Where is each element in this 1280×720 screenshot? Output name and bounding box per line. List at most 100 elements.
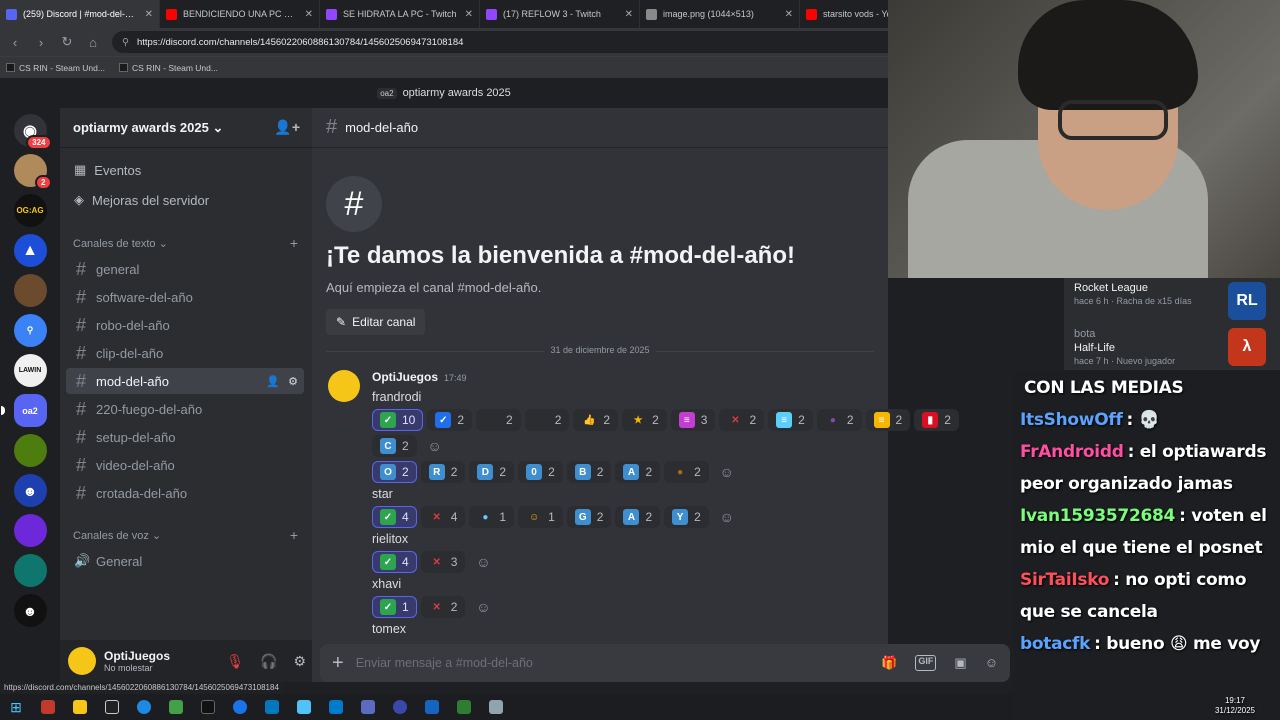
url-field[interactable]: ⚲ https://discord.com/channels/145602206…	[112, 31, 972, 53]
add-reaction-icon[interactable]: ☺	[421, 435, 449, 457]
server-icon-11[interactable]	[13, 554, 47, 587]
server-icon-12[interactable]: ☻	[13, 594, 47, 627]
message-composer[interactable]: + Enviar mensaje a #mod-del-año 🎁 GIF ▣ …	[320, 644, 1010, 682]
reaction-button[interactable]: 👍 2	[573, 409, 619, 431]
terminal-icon[interactable]	[196, 696, 220, 718]
taskbar-app-icon[interactable]	[452, 696, 476, 718]
reaction-button[interactable]: ● 2	[816, 409, 862, 431]
create-channel-icon[interactable]: +	[290, 527, 298, 543]
close-icon[interactable]: ✕	[625, 9, 633, 20]
reaction-button[interactable]: ✓ 4	[372, 551, 417, 573]
gear-icon[interactable]: ⚙	[293, 653, 306, 670]
reaction-button[interactable]: ● 1	[469, 506, 515, 528]
channel-item[interactable]: #220-fuego-del-año	[66, 396, 304, 422]
back-icon[interactable]: ‹	[8, 35, 22, 50]
gif-icon[interactable]: GIF	[915, 655, 937, 671]
channel-item[interactable]: # general	[66, 256, 304, 282]
avatar[interactable]	[68, 647, 96, 675]
browser-tab[interactable]: (17) REFLOW 3 - Twitch ✕	[480, 0, 640, 28]
server-icon-og[interactable]: OG:AG	[13, 194, 47, 227]
reaction-button[interactable]: ☺ 1	[518, 506, 563, 528]
taskbar-app-icon[interactable]	[388, 696, 412, 718]
reaction-button[interactable]: ✓ 4	[372, 506, 417, 528]
add-reaction-icon[interactable]: ☺	[713, 506, 741, 528]
browser-tab[interactable]: image.png (1044×513) ✕	[640, 0, 800, 28]
start-icon[interactable]: ⊞	[4, 696, 28, 718]
add-reaction-icon[interactable]: ☺	[469, 551, 497, 573]
reaction-button[interactable]: ≡ 3	[670, 409, 716, 431]
reaction-button[interactable]: G2	[566, 506, 612, 528]
taskbar-app-icon[interactable]	[484, 696, 508, 718]
server-icon-8[interactable]	[13, 434, 47, 467]
reload-icon[interactable]: ↻	[60, 34, 74, 50]
reaction-button[interactable]: ✕ 2	[719, 409, 765, 431]
browser-tab[interactable]: BENDICIENDO UNA PC MIENTRAS✕	[160, 0, 320, 28]
direct-messages-button[interactable]: ◉ 324	[13, 114, 52, 150]
taskbar-app-icon[interactable]	[132, 696, 156, 718]
taskbar-clock[interactable]: 19:17 31/12/2025	[1205, 696, 1265, 716]
reaction-button[interactable]: ★ 2	[622, 409, 667, 431]
taskbar-app-icon[interactable]	[292, 696, 316, 718]
channel-item[interactable]: # setup-del-año	[66, 424, 304, 450]
reaction-button[interactable]: ● 2	[664, 461, 709, 483]
reaction-button[interactable]: ▮ 2	[914, 409, 959, 431]
reaction-button[interactable]: ✕ 4	[420, 506, 466, 528]
voice-channel-general[interactable]: 🔊 General	[66, 548, 304, 574]
upload-plus-icon[interactable]: +	[332, 652, 344, 675]
taskbar-app-icon[interactable]	[420, 696, 444, 718]
channel-item[interactable]: # crotada-del-año	[66, 480, 304, 506]
reaction-button[interactable]: O2	[372, 461, 417, 483]
channel-item[interactable]: # robo-del-año	[66, 312, 304, 338]
server-header[interactable]: optiarmy awards 2025 ⌄ 👤+	[60, 108, 312, 148]
7zip-icon[interactable]	[100, 696, 124, 718]
reaction-button[interactable]: 2	[524, 409, 570, 431]
server-boost-row[interactable]: ◈ Mejoras del servidor	[60, 186, 312, 214]
reaction-button[interactable]: A2	[615, 506, 661, 528]
server-icon-10[interactable]	[13, 514, 47, 547]
browser-tab[interactable]: SE HIDRATA LA PC - Twitch ✕	[320, 0, 480, 28]
home-icon[interactable]: ⌂	[86, 35, 100, 50]
server-icon-9[interactable]: ☻	[13, 474, 47, 507]
reaction-button[interactable]: Y2	[664, 506, 709, 528]
channel-item[interactable]: # mod-del-año 👤 ⚙	[66, 368, 304, 394]
server-icon-5[interactable]: ⚲	[13, 314, 47, 347]
activity-item[interactable]: Rocket League hace 6 h · Racha de x15 día…	[1064, 278, 1280, 324]
reaction-button[interactable]: A2	[615, 461, 661, 483]
close-icon[interactable]: ✕	[305, 9, 313, 20]
gear-icon[interactable]: ⚙	[288, 375, 298, 388]
invite-icon[interactable]: 👤	[266, 375, 280, 388]
reaction-button[interactable]: ≡ 2	[768, 409, 813, 431]
taskbar-app-icon[interactable]	[164, 696, 188, 718]
forward-icon[interactable]: ›	[34, 35, 48, 50]
reaction-button[interactable]: D2	[469, 461, 515, 483]
reaction-button[interactable]: 02	[518, 461, 563, 483]
text-category[interactable]: Canales de texto ⌄ +	[60, 232, 312, 254]
emoji-icon[interactable]: ☺	[985, 655, 998, 671]
taskbar-app-icon[interactable]	[36, 696, 60, 718]
reaction-button[interactable]: ✓ 10	[372, 409, 424, 431]
site-info-icon[interactable]: ⚲	[122, 37, 129, 48]
bookmark-item[interactable]: CS RIN - Steam Und...	[118, 63, 218, 73]
mute-mic-icon[interactable]: 🎙	[226, 653, 244, 670]
channel-item[interactable]: # software-del-año	[66, 284, 304, 310]
close-icon[interactable]: ✕	[785, 9, 793, 20]
sticker-icon[interactable]: ▣	[954, 655, 966, 671]
create-channel-icon[interactable]: +	[290, 235, 298, 251]
voice-category[interactable]: Canales de voz ⌄ +	[60, 524, 312, 546]
server-icon-4[interactable]	[13, 274, 47, 307]
close-icon[interactable]: ✕	[145, 9, 153, 20]
browser-tab[interactable]: (259) Discord | #mod-del-año | ✕	[0, 0, 160, 28]
chrome-icon[interactable]	[228, 696, 252, 718]
reaction-button[interactable]: ✓ 1	[372, 596, 417, 618]
taskbar-app-icon[interactable]	[356, 696, 380, 718]
reaction-button[interactable]: B2	[566, 461, 612, 483]
activity-item[interactable]: bota Half-Life hace 7 h · Nuevo jugador λ	[1064, 324, 1280, 370]
events-row[interactable]: ▦ Eventos	[60, 156, 312, 184]
vscode-icon[interactable]	[324, 696, 348, 718]
invite-people-icon[interactable]: 👤+	[274, 119, 300, 136]
reaction-button[interactable]: ✕ 2	[420, 596, 466, 618]
add-reaction-icon[interactable]: ☺	[713, 461, 741, 483]
taskbar-app-icon[interactable]	[260, 696, 284, 718]
reaction-button[interactable]: 2	[476, 409, 521, 431]
server-icon-lawin[interactable]: LAWIN	[13, 354, 47, 387]
